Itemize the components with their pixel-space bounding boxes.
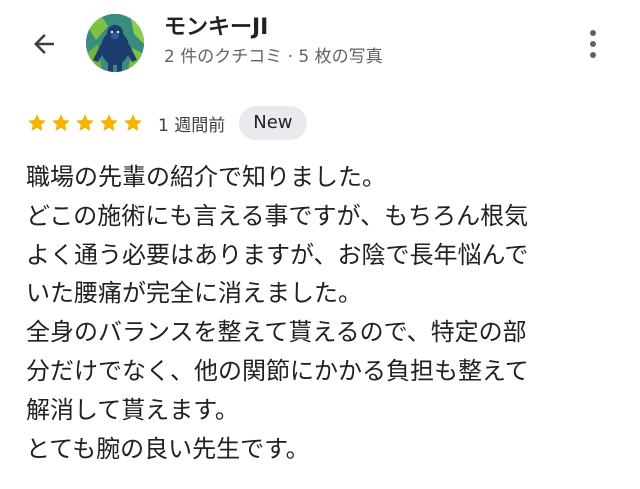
reviewer-avatar-image: [86, 14, 144, 72]
more-options-button[interactable]: [576, 22, 610, 66]
review-text-line: よく通う必要はありますが、お陰で長年悩んで: [26, 240, 529, 269]
review-detail-screen: モンキーJI 2 件のクチコミ · 5 枚の写真 1 週間前 New 職場の先輩…: [0, 0, 640, 489]
review-text-line: どこの施術にも言える事ですが、もちろん根気: [26, 201, 529, 230]
arrow-back-icon: [34, 34, 54, 54]
star-icon: [124, 114, 142, 131]
more-vert-icon: [590, 30, 596, 36]
review-text-line: とても腕の良い先生です。: [26, 434, 310, 463]
review-text-line: いた腰痛が完全に消えました。: [26, 279, 362, 308]
reviewer-meta: 2 件のクチコミ · 5 枚の写真: [164, 47, 383, 67]
star-icon: [100, 114, 118, 131]
star-icon: [76, 114, 94, 131]
review-text-line: 分だけでなく、他の関節にかかる負担も整えて: [26, 356, 529, 385]
back-button[interactable]: [22, 24, 66, 64]
review-text: 職場の先輩の紹介で知りました。どこの施術にも言える事ですが、もちろん根気 よく通う…: [26, 158, 616, 468]
review-text-line: 全身のバランスを整えて貰えるので、特定の部: [26, 318, 527, 347]
new-badge: New: [239, 106, 307, 140]
star-icon: [28, 114, 46, 131]
reviewer-name[interactable]: モンキーJI: [164, 13, 268, 43]
star-rating: [26, 112, 144, 134]
review-text-line: 解消して貰えます。: [26, 395, 239, 424]
review-text-line: 職場の先輩の紹介で知りました。: [26, 163, 386, 191]
rating-row: 1 週間前 New: [26, 105, 307, 141]
review-time: 1 週間前: [158, 115, 226, 136]
star-icon: [52, 114, 70, 131]
avatar[interactable]: [86, 14, 144, 72]
